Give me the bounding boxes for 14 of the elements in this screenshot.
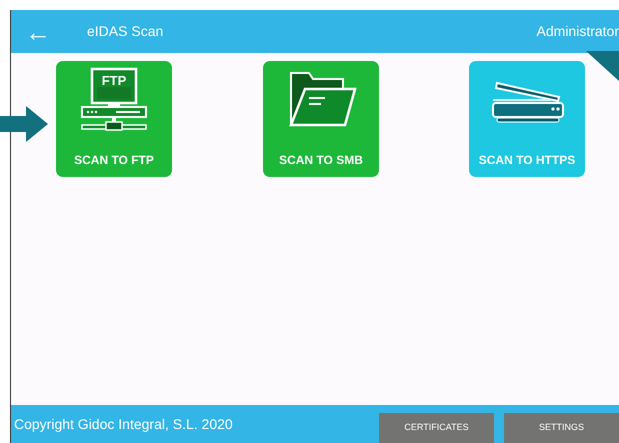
tile-label: SCAN TO SMB	[279, 152, 363, 169]
tile-label: SCAN TO HTTPS	[478, 152, 576, 169]
scan-tile[interactable]: SCAN TO SMB	[263, 61, 379, 177]
back-button[interactable]: ←	[23, 18, 53, 44]
scan-tile[interactable]: FTP SCAN TO FTP	[56, 61, 172, 177]
footer-button[interactable]: SETTINGS	[504, 413, 619, 443]
arrow-icon	[0, 106, 48, 142]
app-title: eIDAS Scan	[87, 22, 164, 41]
arrow-icon	[586, 51, 619, 81]
tile-label: SCAN TO FTP	[74, 152, 154, 169]
user-name[interactable]: Administrator	[536, 21, 619, 42]
scan-tile[interactable]: SCAN TO HTTPS	[469, 61, 585, 177]
footer-button[interactable]: CERTIFICATES	[379, 413, 494, 443]
copyright-text: Copyright Gidoc Integral, S.L. 2020	[14, 414, 233, 434]
